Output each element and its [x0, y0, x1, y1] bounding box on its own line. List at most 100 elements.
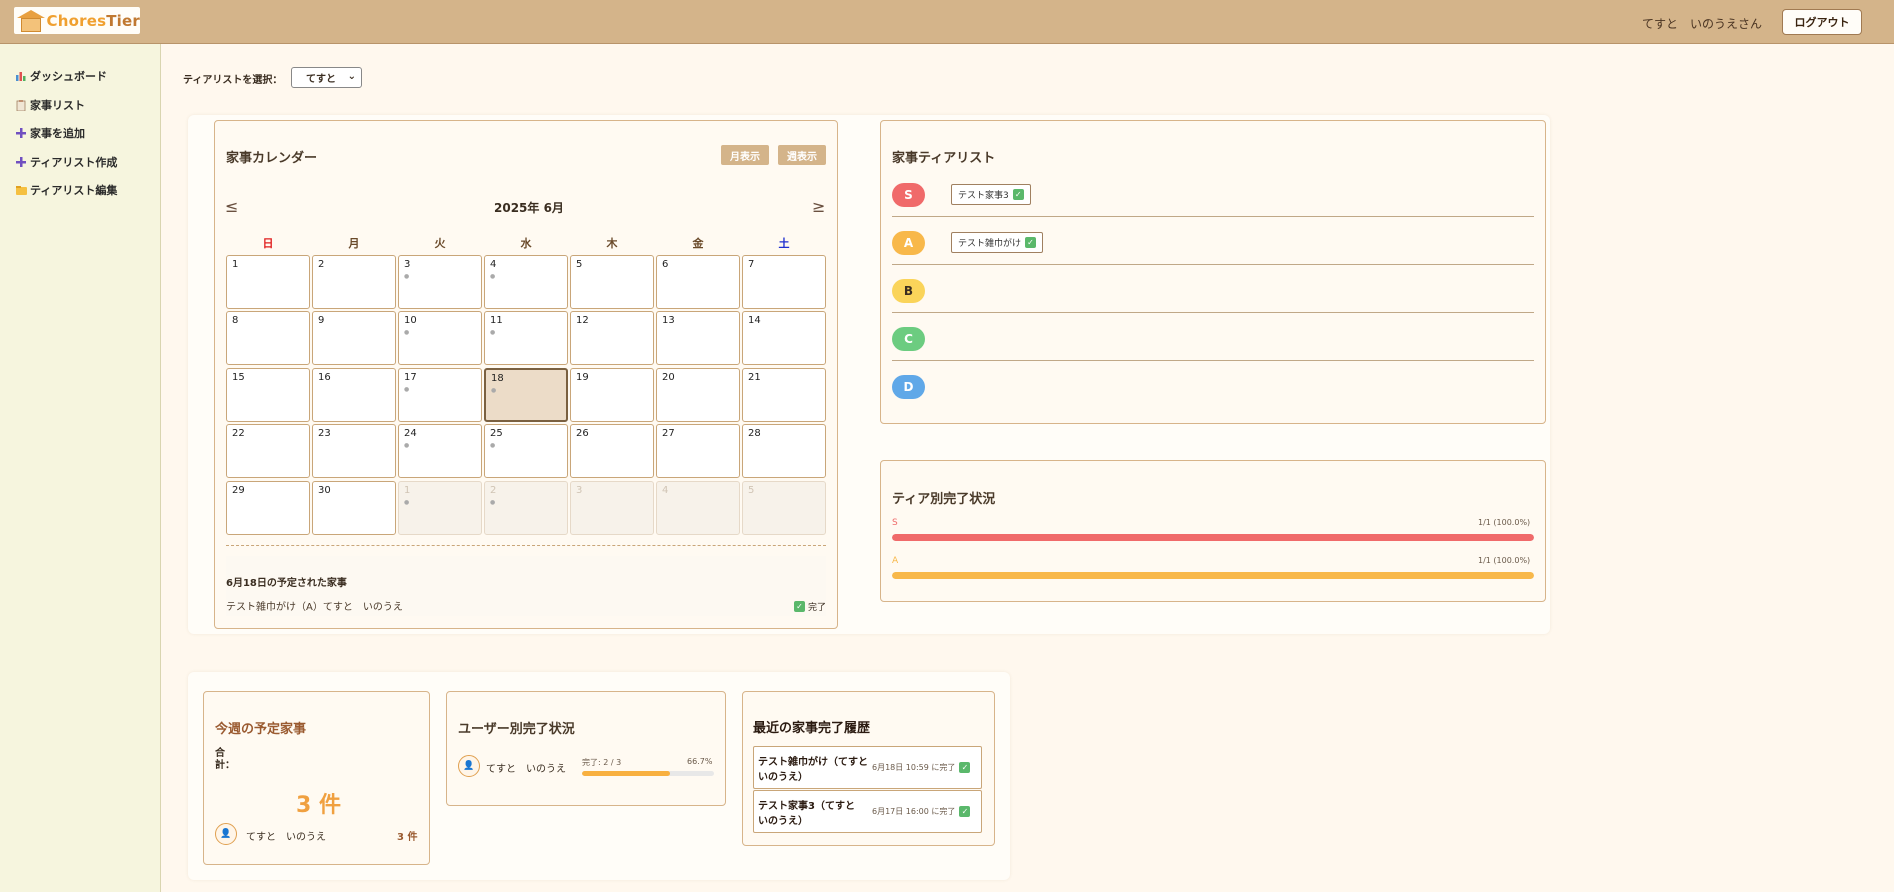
logo-text-tier: Tier [106, 11, 140, 30]
calendar-day[interactable]: 14 [742, 311, 826, 365]
calendar-day[interactable]: 27 [656, 424, 740, 478]
history-item-time: 6月17日 16:00 に完了 ✓ [872, 806, 971, 817]
day-number: 18 [491, 373, 504, 384]
plus-icon [15, 156, 27, 168]
calendar-day[interactable]: 22 [226, 424, 310, 478]
calendar-month-label: 2025年 6月 [494, 201, 564, 215]
calendar-title: 家事カレンダー [226, 151, 318, 166]
day-number: 7 [748, 259, 755, 270]
sidebar-item-add-chore[interactable]: 家事を追加 [15, 125, 85, 141]
tier-progress-bar-fill [892, 572, 1534, 579]
calendar-day[interactable]: 4 [656, 481, 740, 535]
sidebar-item-chore-list[interactable]: 家事リスト [15, 97, 85, 113]
user-progress-title: ユーザー別完了状況 [458, 722, 575, 737]
day-number: 1 [232, 259, 239, 270]
calendar-day[interactable]: 1 [226, 255, 310, 309]
calendar-day[interactable]: 7 [742, 255, 826, 309]
tier-badge-s: S [892, 183, 925, 207]
calendar-day[interactable]: 3 ● [398, 255, 482, 309]
chore-dot-icon: ● [491, 387, 497, 394]
day-number: 15 [232, 372, 245, 383]
calendar-day-selected[interactable]: 18 ● [484, 368, 568, 422]
calendar-day[interactable]: 2 ● [484, 481, 568, 535]
calendar-day[interactable]: 25 ● [484, 424, 568, 478]
calendar-day[interactable]: 9 [312, 311, 396, 365]
day-number: 4 [662, 485, 669, 496]
calendar-day[interactable]: 20 [656, 368, 740, 422]
user-icon: 👤 [215, 823, 237, 845]
calendar-day[interactable]: 12 [570, 311, 654, 365]
history-item-time: 6月18日 10:59 に完了 ✓ [872, 762, 971, 773]
day-number: 11 [490, 315, 503, 326]
day-number: 23 [318, 428, 331, 439]
calendar-day[interactable]: 5 [570, 255, 654, 309]
calendar-day[interactable]: 23 [312, 424, 396, 478]
day-number: 10 [404, 315, 417, 326]
week-view-button[interactable]: 週表示 [778, 145, 826, 165]
check-icon: ✓ [1012, 189, 1024, 200]
sidebar-item-dashboard[interactable]: ダッシュボード [15, 68, 107, 84]
day-number: 28 [748, 428, 761, 439]
calendar-day[interactable]: 10 ● [398, 311, 482, 365]
day-number: 26 [576, 428, 589, 439]
chore-chip-s[interactable]: テスト家事3 ✓ [951, 184, 1031, 205]
tier-progress-text: 1/1 (100.0%) [1478, 556, 1531, 565]
history-item: テスト雑巾がけ（てすと いのうえ） 6月18日 10:59 に完了 ✓ [753, 746, 982, 789]
tier-progress-label: S [892, 518, 898, 528]
calendar-day[interactable]: 17 ● [398, 368, 482, 422]
logout-button[interactable]: ログアウト [1782, 9, 1862, 35]
tierlist-select[interactable]: てすと ⌄ [291, 67, 362, 88]
calendar-day[interactable]: 2 [312, 255, 396, 309]
sidebar-item-label: 家事を追加 [30, 127, 85, 140]
sidebar-item-create-tierlist[interactable]: ティアリスト作成 [15, 154, 117, 170]
weekday-label: 金 [692, 237, 704, 250]
day-number: 5 [748, 485, 755, 496]
calendar-day[interactable]: 16 [312, 368, 396, 422]
day-number: 29 [232, 485, 245, 496]
day-number: 2 [490, 485, 497, 496]
calendar-day[interactable]: 29 [226, 481, 310, 535]
calendar-day[interactable]: 3 [570, 481, 654, 535]
calendar-day[interactable]: 13 [656, 311, 740, 365]
calendar-day[interactable]: 1 ● [398, 481, 482, 535]
sidebar-item-edit-tierlist[interactable]: ティアリスト編集 [15, 182, 117, 198]
user-progress-percent: 66.7% [687, 757, 713, 766]
calendar-day[interactable]: 6 [656, 255, 740, 309]
chart-icon [15, 70, 27, 82]
weekday-label: 月 [348, 237, 360, 250]
calendar-day[interactable]: 8 [226, 311, 310, 365]
calendar-day[interactable]: 19 [570, 368, 654, 422]
calendar-day[interactable]: 5 [742, 481, 826, 535]
calendar-day[interactable]: 30 [312, 481, 396, 535]
tier-progress-label: A [892, 556, 899, 566]
day-number: 3 [576, 485, 583, 496]
month-view-button[interactable]: 月表示 [721, 145, 769, 165]
chore-chip-a[interactable]: テスト雑巾がけ ✓ [951, 232, 1044, 253]
tierlist-select-value: てすと [306, 74, 336, 85]
calendar-day[interactable]: 4 ● [484, 255, 568, 309]
weekday-label: 木 [606, 237, 618, 250]
chevron-down-icon: ⌄ [347, 71, 356, 82]
user-progress-done: 完了: 2 / 3 [582, 758, 622, 767]
calendar-day[interactable]: 15 [226, 368, 310, 422]
user-progress-card [446, 691, 726, 806]
day-number: 4 [490, 259, 497, 270]
calendar-day[interactable]: 11 ● [484, 311, 568, 365]
calendar-day[interactable]: 28 [742, 424, 826, 478]
tier-divider [892, 264, 1534, 265]
calendar-day[interactable]: 24 ● [398, 424, 482, 478]
chore-dot-icon: ● [490, 329, 496, 336]
next-month-button[interactable]: ≥ [812, 197, 825, 216]
prev-month-button[interactable]: ≤ [225, 197, 238, 216]
folder-icon [15, 184, 27, 196]
calendar-day[interactable]: 21 [742, 368, 826, 422]
app-logo[interactable]: ChoresTier [14, 7, 140, 34]
day-number: 20 [662, 372, 675, 383]
tier-divider [892, 216, 1534, 217]
day-number: 3 [404, 259, 411, 270]
weekday-label: 土 [778, 237, 790, 250]
day-number: 13 [662, 315, 675, 326]
history-item-title: テスト雑巾がけ（てすと [758, 757, 868, 768]
calendar-day[interactable]: 26 [570, 424, 654, 478]
day-number: 5 [576, 259, 583, 270]
